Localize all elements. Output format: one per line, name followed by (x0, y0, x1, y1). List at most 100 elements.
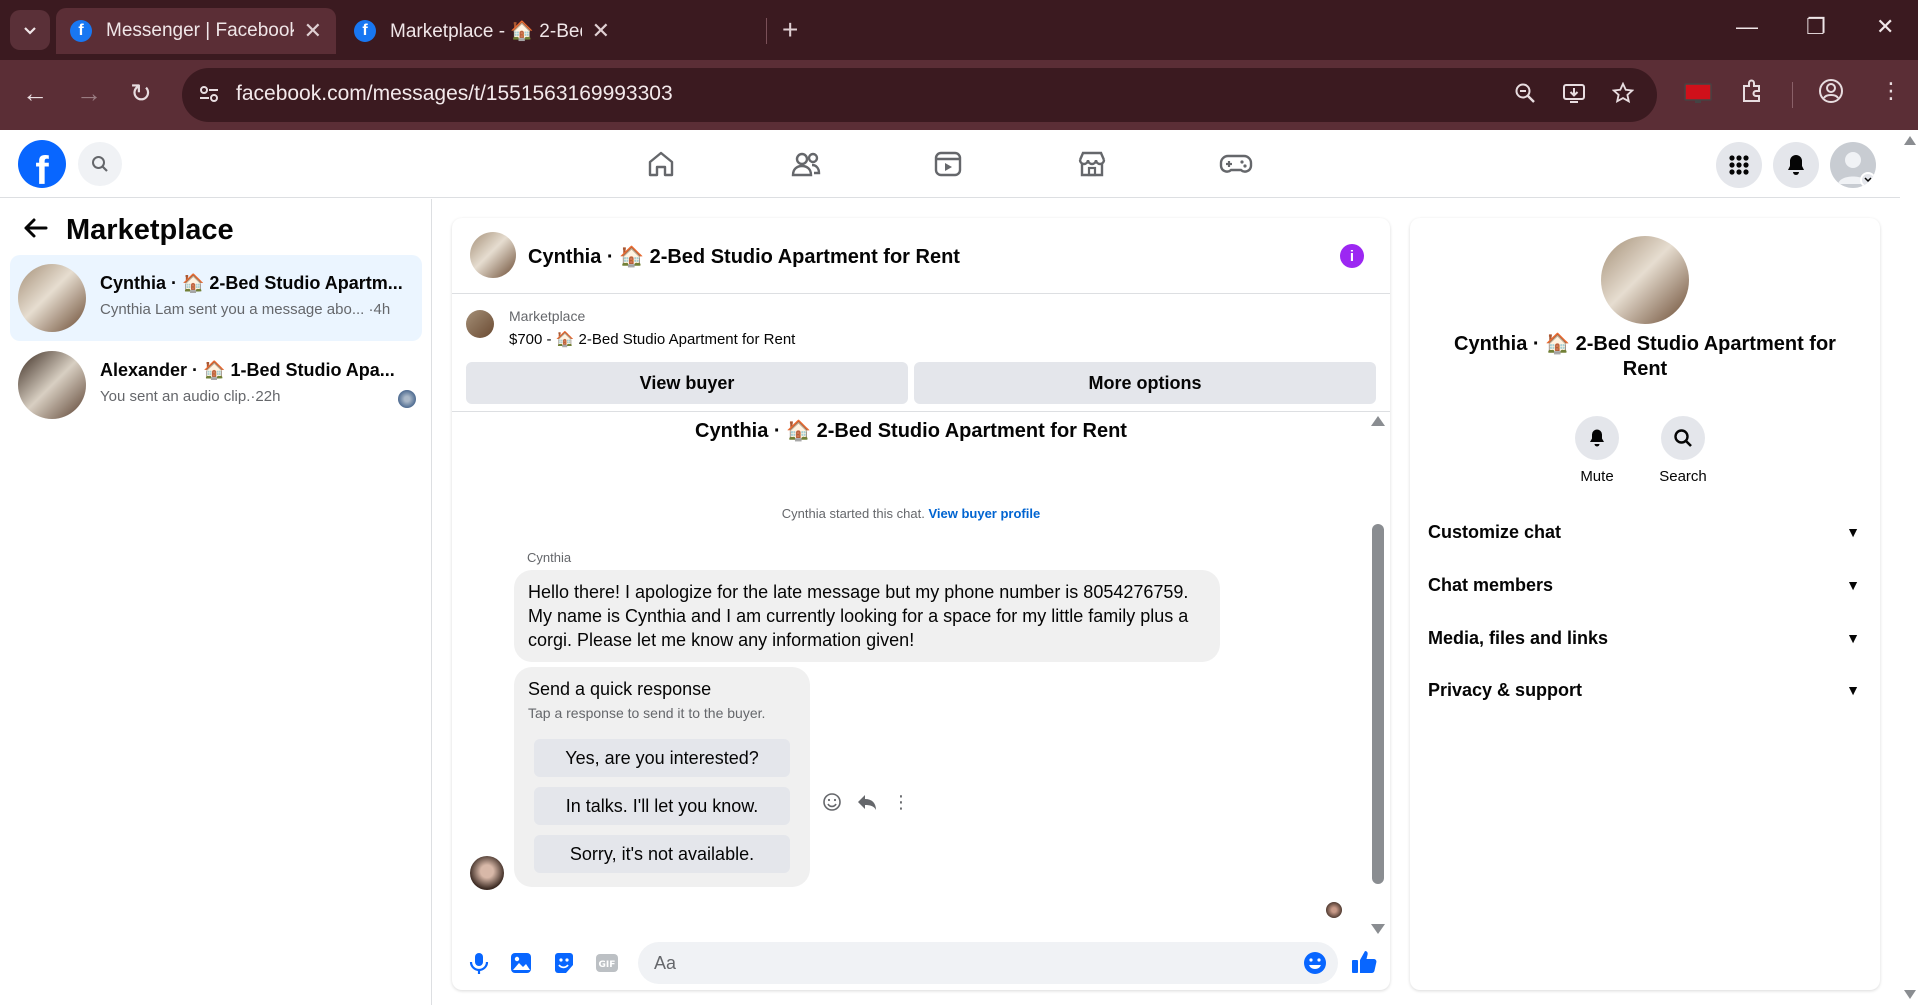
page-scroll-up-icon[interactable] (1904, 136, 1916, 145)
chat-window: Cynthia · 🏠 2-Bed Studio Apartment for R… (452, 218, 1390, 990)
microphone-icon[interactable] (466, 950, 492, 976)
address-bar[interactable]: facebook.com/messages/t/1551563169993303 (182, 68, 1657, 122)
extensions-icon[interactable] (1740, 78, 1766, 110)
bell-icon (1788, 155, 1804, 175)
notifications-button[interactable] (1773, 142, 1819, 188)
cast-extension-icon[interactable] (1683, 82, 1713, 110)
tab-title: Marketplace - 🏠 2-Bed Studio (390, 21, 582, 42)
section-customize-chat[interactable]: Customize chat ▼ (1428, 512, 1860, 552)
tab-marketplace[interactable]: f Marketplace - 🏠 2-Bed Studio ✕ (340, 8, 624, 54)
sender-avatar[interactable] (470, 856, 504, 890)
quick-response-button[interactable]: In talks. I'll let you know. (534, 787, 790, 825)
quick-response-title: Send a quick response (528, 679, 712, 699)
marketplace-label: Marketplace (509, 308, 586, 324)
page-scrollbar[interactable] (1900, 130, 1918, 1005)
view-buyer-button[interactable]: View buyer (466, 362, 908, 404)
tab-messenger[interactable]: f Messenger | Facebook ✕ (56, 8, 336, 54)
install-app-icon[interactable] (1562, 82, 1586, 110)
reload-icon[interactable]: ↻ (130, 78, 152, 109)
chat-scrollbar-thumb[interactable] (1372, 524, 1384, 884)
more-options-button[interactable]: More options (914, 362, 1376, 404)
mute-label: Mute (1580, 468, 1614, 485)
minimize-icon[interactable]: — (1736, 14, 1758, 40)
site-settings-icon[interactable] (198, 83, 220, 105)
section-media-files-links[interactable]: Media, files and links ▼ (1428, 618, 1860, 658)
emoji-icon[interactable] (1302, 950, 1328, 976)
conversation-details-panel: Cynthia · 🏠 2-Bed Studio Apartment for R… (1410, 218, 1880, 990)
chevron-down-icon: ▼ (1846, 524, 1860, 540)
sticker-icon[interactable] (551, 950, 577, 976)
browser-menu-icon[interactable]: ⋮ (1880, 78, 1902, 104)
home-nav-icon[interactable] (641, 144, 681, 184)
search-in-chat-button[interactable]: Search (1643, 416, 1723, 485)
conversation-list-panel: Marketplace Cynthia · 🏠 2-Bed Studio Apa… (0, 199, 432, 1005)
conversation-name: Cynthia · 🏠 2-Bed Studio Apartm... (100, 273, 403, 293)
photo-icon[interactable] (508, 950, 534, 976)
bell-icon (1575, 416, 1619, 460)
account-avatar[interactable] (1830, 142, 1876, 188)
svg-text:GIF: GIF (599, 960, 616, 970)
section-chat-members[interactable]: Chat members ▼ (1428, 565, 1860, 605)
info-icon[interactable]: i (1340, 244, 1364, 268)
close-tab-icon[interactable]: ✕ (592, 18, 610, 44)
back-arrow-icon[interactable] (22, 213, 48, 247)
facebook-search-button[interactable] (78, 142, 122, 186)
conversation-name: Alexander · 🏠 1-Bed Studio Apa... (100, 360, 395, 380)
chat-avatar[interactable] (470, 232, 516, 278)
message-thread: Cynthia · 🏠 2-Bed Studio Apartment for R… (452, 412, 1390, 934)
like-thumbs-up-icon[interactable] (1350, 948, 1378, 976)
video-nav-icon[interactable] (928, 144, 968, 184)
quick-response-button[interactable]: Sorry, it's not available. (534, 835, 790, 873)
listing-thumbnail[interactable] (466, 310, 494, 338)
marketplace-listing-bar: Marketplace $700 - 🏠 2-Bed Studio Apartm… (452, 294, 1390, 412)
zoom-icon[interactable] (1514, 82, 1536, 110)
facebook-logo-icon[interactable]: f (18, 140, 66, 188)
facebook-header: f (0, 130, 1900, 198)
message-bubble: Hello there! I apologize for the late me… (514, 570, 1220, 662)
close-window-icon[interactable]: ✕ (1876, 14, 1894, 40)
marketplace-nav-icon[interactable] (1072, 144, 1112, 184)
conversation-preview: You sent an audio clip.·22h (100, 388, 281, 405)
tab-title: Messenger | Facebook (106, 20, 294, 41)
close-tab-icon[interactable]: ✕ (304, 18, 322, 44)
tab-search-dropdown[interactable] (10, 10, 50, 50)
bookmark-star-icon[interactable] (1611, 81, 1635, 110)
mute-button[interactable]: Mute (1557, 416, 1637, 485)
restore-icon[interactable]: ❐ (1806, 14, 1826, 40)
chat-title[interactable]: Cynthia · 🏠 2-Bed Studio Apartment for R… (528, 244, 960, 269)
tab-divider (766, 18, 767, 44)
quick-response-button[interactable]: Yes, are you interested? (534, 739, 790, 777)
gif-icon[interactable]: GIF (594, 950, 620, 976)
menu-grid-button[interactable] (1716, 142, 1762, 188)
forward-icon[interactable]: → (76, 78, 102, 109)
scroll-up-arrow-icon[interactable] (1371, 416, 1385, 426)
message-input[interactable] (638, 942, 1338, 984)
react-emoji-icon[interactable] (822, 792, 842, 817)
back-icon[interactable]: ← (22, 78, 48, 109)
read-receipt-avatar (398, 390, 416, 408)
profile-icon[interactable] (1818, 78, 1844, 110)
quick-response-subtitle: Tap a response to send it to the buyer. (528, 705, 766, 721)
seen-receipt-avatar (1326, 902, 1342, 918)
more-actions-icon[interactable]: ⋮ (892, 792, 910, 813)
reply-icon[interactable] (856, 792, 878, 817)
chevron-down-icon: ▼ (1846, 577, 1860, 593)
friends-nav-icon[interactable] (786, 144, 826, 184)
conversation-item[interactable]: Cynthia · 🏠 2-Bed Studio Apartm... Cynth… (10, 255, 422, 341)
conversation-time: ·4h (368, 301, 391, 318)
new-tab-icon[interactable]: + (782, 14, 798, 46)
conversation-item[interactable]: Alexander · 🏠 1-Bed Studio Apa... You se… (10, 342, 422, 428)
listing-title[interactable]: $700 - 🏠 2-Bed Studio Apartment for Rent (509, 330, 795, 348)
chat-header: Cynthia · 🏠 2-Bed Studio Apartment for R… (452, 218, 1390, 294)
browser-tabstrip: f Messenger | Facebook ✕ f Marketplace -… (0, 0, 1918, 60)
view-buyer-profile-link[interactable]: View buyer profile (928, 506, 1040, 521)
message-composer: GIF (452, 932, 1390, 990)
chevron-down-icon (1860, 172, 1876, 188)
section-privacy-support[interactable]: Privacy & support ▼ (1428, 670, 1860, 710)
gaming-nav-icon[interactable] (1216, 144, 1256, 184)
url-text: facebook.com/messages/t/1551563169993303 (236, 82, 673, 105)
details-avatar[interactable] (1601, 236, 1689, 324)
page-scroll-down-icon[interactable] (1904, 990, 1916, 999)
details-name: Cynthia · 🏠 2-Bed Studio Apartment for R… (1454, 333, 1836, 380)
conversation-preview: Cynthia Lam sent you a message abo... ·4… (100, 301, 391, 318)
